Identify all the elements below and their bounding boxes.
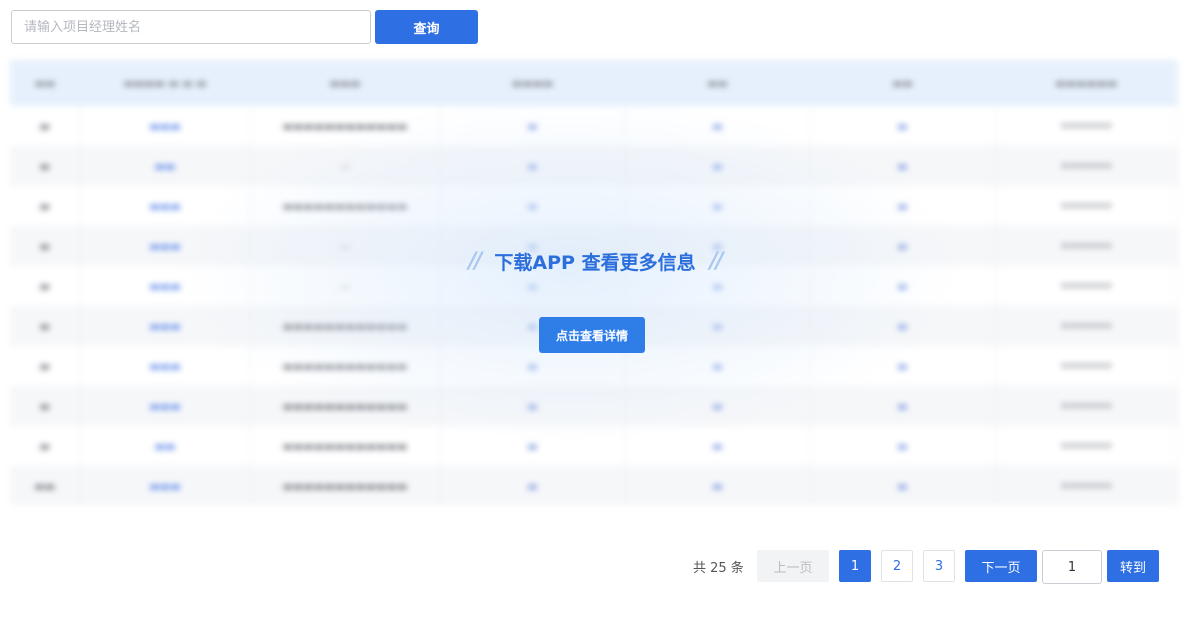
page: 查询 ▬▬ ▬▬▬▬ ▬ ▬ ▬ ▬▬▬ ▬▬▬▬ ▬▬ ▬▬ ▬▬▬▬▬▬ ▬…	[0, 0, 1188, 622]
table-row: ▬▬ ▬▬▬ ▬▬▬▬▬▬▬▬▬▬▬▬ ▬ ▬ ▬ ▬▬▬▬▬▬	[10, 466, 1178, 505]
table-row: ▬ ▬▬ — ▬ ▬ ▬ ▬▬▬▬▬▬	[10, 146, 1178, 186]
next-page-button[interactable]: 下一页	[965, 550, 1037, 582]
table-header-cell: ▬▬	[707, 76, 728, 90]
prev-page-button[interactable]: 上一页	[757, 550, 829, 582]
table-header-cell: ▬▬	[34, 76, 56, 90]
table-header-row: ▬▬ ▬▬▬▬ ▬ ▬ ▬ ▬▬▬ ▬▬▬▬ ▬▬ ▬▬ ▬▬▬▬▬▬	[10, 60, 1178, 106]
total-count-label: 共 25 条	[693, 561, 744, 576]
jump-page-input[interactable]	[1042, 550, 1102, 584]
table-header-cell: ▬▬	[892, 76, 913, 90]
page-button-2[interactable]: 2	[881, 550, 913, 582]
table-header-cell: ▬▬▬▬ ▬ ▬ ▬	[123, 76, 207, 90]
table-row: ▬ ▬▬ ▬▬▬▬▬▬▬▬▬▬▬▬ ▬ ▬ ▬ ▬▬▬▬▬▬	[10, 426, 1178, 466]
page-button-1[interactable]: 1	[839, 550, 871, 582]
banner-title: 下载APP 查看更多信息	[494, 251, 696, 274]
jump-button[interactable]: 转到	[1107, 550, 1159, 582]
blurred-table: ▬▬ ▬▬▬▬ ▬ ▬ ▬ ▬▬▬ ▬▬▬▬ ▬▬ ▬▬ ▬▬▬▬▬▬ ▬ ▬▬▬…	[10, 60, 1178, 505]
slash-decoration-right: //	[709, 248, 724, 274]
page-button-3[interactable]: 3	[923, 550, 955, 582]
search-button[interactable]: 查询	[375, 10, 478, 44]
download-app-banner: // 下载APP 查看更多信息 //	[450, 244, 740, 278]
project-manager-table: ▬▬ ▬▬▬▬ ▬ ▬ ▬ ▬▬▬ ▬▬▬▬ ▬▬ ▬▬ ▬▬▬▬▬▬ ▬ ▬▬▬…	[10, 60, 1178, 505]
table-header-cell: ▬▬▬	[329, 76, 361, 90]
table-header-cell: ▬▬▬▬	[511, 76, 554, 90]
table-header-cell: ▬▬▬▬▬▬	[1055, 76, 1118, 90]
table-row: ▬ ▬▬▬ ▬▬▬▬▬▬▬▬▬▬▬▬ ▬ ▬ ▬ ▬▬▬▬▬▬	[10, 106, 1178, 146]
view-details-button[interactable]: 点击查看详情	[539, 317, 645, 353]
search-input[interactable]	[11, 10, 371, 44]
slash-decoration-left: //	[468, 248, 482, 274]
table-row: ▬ ▬▬▬ ▬▬▬▬▬▬▬▬▬▬▬▬ ▬ ▬ ▬ ▬▬▬▬▬▬	[10, 386, 1178, 426]
table-row: ▬ ▬▬▬ ▬▬▬▬▬▬▬▬▬▬▬▬ ▬ ▬ ▬ ▬▬▬▬▬▬	[10, 186, 1178, 226]
